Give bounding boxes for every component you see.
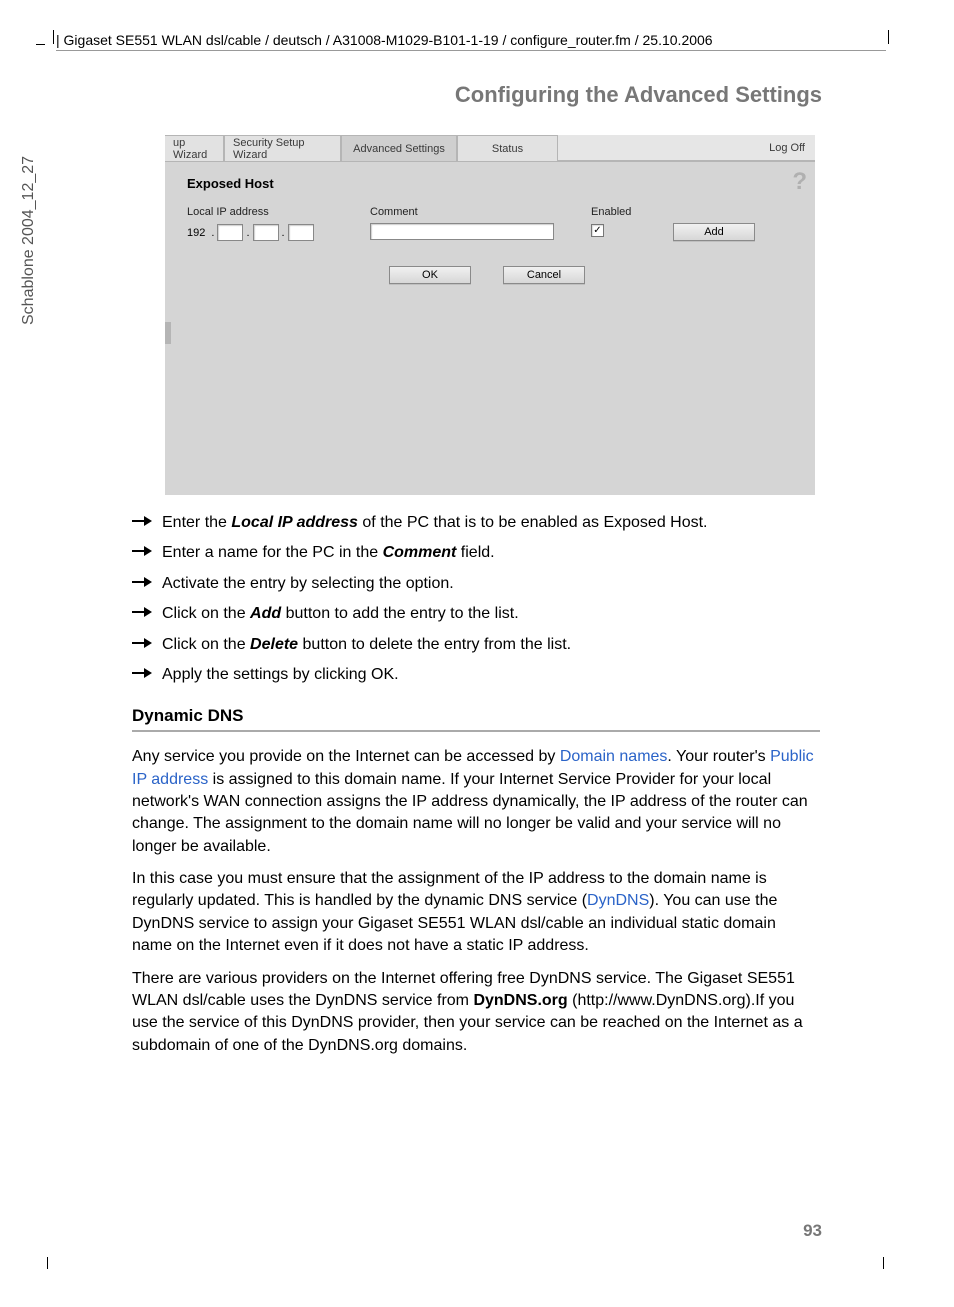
crop-mark (883, 1257, 884, 1269)
add-button[interactable]: Add (673, 223, 755, 241)
help-icon[interactable]: ? (792, 168, 807, 196)
step-6: Apply the settings by clicking OK. (132, 664, 820, 686)
label-comment: Comment (370, 206, 418, 218)
exposed-host-panel: ? Exposed Host Local IP address Comment … (165, 161, 815, 495)
logoff-link[interactable]: Log Off (558, 135, 815, 161)
enabled-checkbox[interactable]: ✓ (591, 224, 604, 237)
crop-mark (36, 44, 45, 45)
left-nav-stub (165, 322, 171, 344)
paragraph-3: There are various providers on the Inter… (132, 968, 820, 1058)
ip-input-row: 192 . . . (187, 224, 314, 241)
section-rule (132, 730, 820, 732)
doc-header: | Gigaset SE551 WLAN dsl/cable / deutsch… (56, 32, 886, 51)
step-1: Enter the Local IP address of the PC tha… (132, 512, 820, 534)
section-heading: Dynamic DNS (132, 704, 820, 728)
ok-button[interactable]: OK (389, 266, 471, 284)
label-enabled: Enabled (591, 206, 631, 218)
ip-octet-3-input[interactable] (253, 224, 279, 241)
link-domain-names[interactable]: Domain names (560, 748, 668, 765)
label-local-ip: Local IP address (187, 206, 269, 218)
ip-octet-2-input[interactable] (217, 224, 243, 241)
page-title: Configuring the Advanced Settings (455, 82, 822, 108)
step-4: Click on the Add button to add the entry… (132, 603, 820, 625)
ip-octet-1: 192 (187, 227, 205, 239)
instruction-list: Enter the Local IP address of the PC tha… (132, 512, 820, 686)
cancel-button[interactable]: Cancel (503, 266, 585, 284)
bold-dyndns-org: DynDNS.org (473, 992, 567, 1009)
body-content: Enter the Local IP address of the PC tha… (132, 504, 820, 1067)
tab-bar: up Wizard Security Setup Wizard Advanced… (165, 135, 815, 161)
tab-security-wizard[interactable]: Security Setup Wizard (224, 135, 341, 161)
tab-advanced-settings[interactable]: Advanced Settings (341, 135, 457, 161)
router-ui-screenshot: up Wizard Security Setup Wizard Advanced… (165, 135, 815, 495)
comment-input[interactable] (370, 223, 554, 240)
paragraph-2: In this case you must ensure that the as… (132, 868, 820, 958)
step-3: Activate the entry by selecting the opti… (132, 573, 820, 595)
tab-setup-wizard[interactable]: up Wizard (165, 135, 224, 161)
ip-octet-4-input[interactable] (288, 224, 314, 241)
tab-status[interactable]: Status (457, 135, 558, 161)
template-stamp: Schablone 2004_12_27 (20, 156, 38, 325)
crop-mark (47, 1257, 48, 1269)
step-5: Click on the Delete button to delete the… (132, 634, 820, 656)
panel-heading: Exposed Host (187, 176, 274, 191)
link-dyndns[interactable]: DynDNS (587, 892, 649, 909)
step-2: Enter a name for the PC in the Comment f… (132, 542, 820, 564)
paragraph-1: Any service you provide on the Internet … (132, 746, 820, 858)
page-number: 93 (803, 1221, 822, 1241)
